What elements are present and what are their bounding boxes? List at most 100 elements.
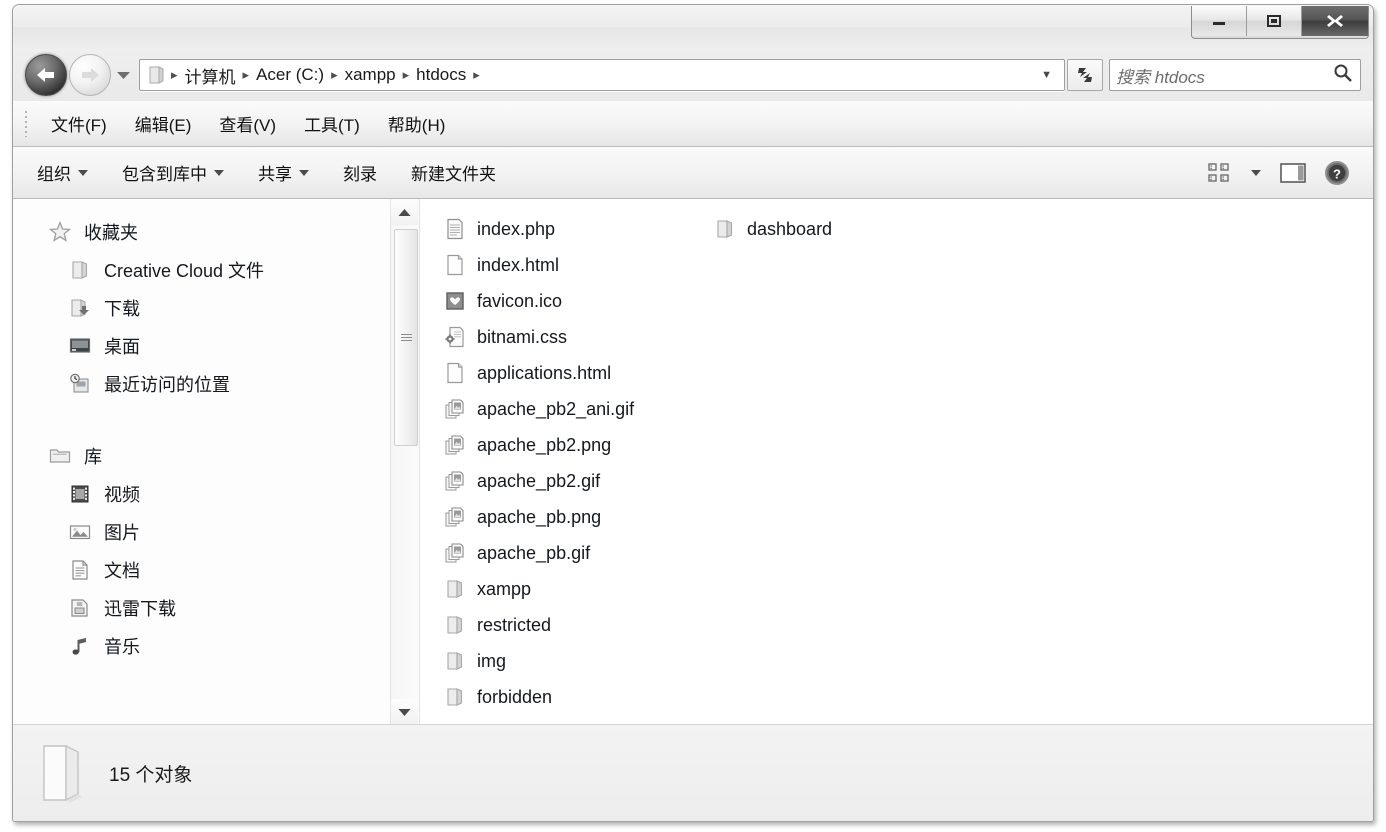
menu-item-tools[interactable]: 工具(T): [293, 107, 371, 140]
sidebar-item-videos[interactable]: 视频: [13, 475, 419, 513]
menu-item-edit[interactable]: 编辑(E): [124, 107, 203, 140]
music-library-icon: [67, 633, 93, 659]
list-item[interactable]: apache_pb.png: [434, 499, 704, 535]
search-icon[interactable]: [1332, 62, 1354, 89]
recent-pages-button[interactable]: [113, 55, 133, 95]
list-item[interactable]: applications.html: [434, 355, 704, 391]
breadcrumb-separator-4[interactable]: ▸: [472, 67, 481, 83]
search-input[interactable]: 搜索 htdocs: [1116, 63, 1332, 88]
list-item[interactable]: apache_pb2_ani.gif: [434, 391, 704, 427]
refresh-button[interactable]: [1067, 59, 1103, 91]
menu-grip-handle[interactable]: [22, 110, 34, 137]
explorer-panes: 收藏夹 Creative Cloud 文件 下载 桌面 最近访问的位置 库 视频…: [13, 199, 1373, 725]
file-name: xampp: [477, 578, 532, 599]
thunder-download-icon: [67, 595, 93, 621]
menu-item-help[interactable]: 帮助(H): [377, 107, 457, 140]
list-item[interactable]: index.php: [434, 211, 704, 247]
sidebar-item-creative-cloud-files[interactable]: Creative Cloud 文件: [13, 251, 419, 289]
breadcrumb-separator-3[interactable]: ▸: [402, 67, 411, 83]
list-item[interactable]: xampp: [434, 571, 704, 607]
new-folder-button[interactable]: 新建文件夹: [401, 155, 506, 190]
breadcrumb-address-box[interactable]: ▸ 计算机 ▸ Acer (C:) ▸ xampp ▸ htdocs ▸ ▼: [139, 59, 1065, 91]
sidebar-item-libraries[interactable]: 库: [13, 437, 419, 475]
desktop-icon: [67, 333, 93, 359]
burn-label: 刻录: [343, 165, 377, 184]
forward-button[interactable]: [69, 54, 111, 96]
image-file-icon: [442, 504, 468, 530]
search-box[interactable]: 搜索 htdocs: [1109, 59, 1361, 91]
address-folder-icon: [144, 62, 170, 88]
html-file-icon: [442, 360, 468, 386]
file-list-pane[interactable]: index.php index.html favicon.ico bitnami…: [420, 199, 1373, 725]
view-dropdown-button[interactable]: [1243, 156, 1269, 190]
breadcrumb-item-2[interactable]: xampp: [339, 63, 402, 87]
folder-icon: [712, 216, 738, 242]
status-text: 15 个对象: [109, 764, 193, 786]
share-with-button[interactable]: 共享: [248, 155, 319, 190]
list-item[interactable]: dashboard: [704, 211, 974, 247]
sidebar-item-music[interactable]: 音乐: [13, 627, 419, 665]
navigation-pane: 收藏夹 Creative Cloud 文件 下载 桌面 最近访问的位置 库 视频…: [13, 199, 420, 725]
triangle-down-icon: [398, 708, 411, 716]
preview-pane-button[interactable]: [1273, 156, 1313, 190]
toolbar-right-group: ?: [1199, 156, 1373, 190]
back-button[interactable]: [25, 54, 67, 96]
organize-button[interactable]: 组织: [27, 155, 98, 190]
sidebar-label: 下载: [104, 299, 140, 319]
forward-arrow-icon: [82, 68, 99, 82]
sidebar-label: 桌面: [104, 337, 140, 357]
breadcrumb-separator-2[interactable]: ▸: [330, 67, 339, 83]
breadcrumb-separator-0[interactable]: ▸: [170, 67, 179, 83]
include-in-library-button[interactable]: 包含到库中: [112, 155, 234, 190]
file-name: restricted: [477, 614, 552, 635]
list-item[interactable]: index.html: [434, 247, 704, 283]
chevron-down-icon: [78, 169, 88, 176]
sidebar-item-favorites[interactable]: 收藏夹: [13, 213, 419, 251]
sidebar-item-desktop[interactable]: 桌面: [13, 327, 419, 365]
breadcrumb-item-1[interactable]: Acer (C:): [250, 63, 330, 87]
minimize-icon: [1213, 22, 1225, 25]
list-item[interactable]: apache_pb2.png: [434, 427, 704, 463]
list-item[interactable]: forbidden: [434, 679, 704, 715]
sidebar-item-thunder-download[interactable]: 迅雷下载: [13, 589, 419, 627]
address-dropdown-caret[interactable]: ▼: [1033, 69, 1060, 81]
change-view-button[interactable]: [1199, 156, 1239, 190]
list-item[interactable]: restricted: [434, 607, 704, 643]
scrollbar-grip: [400, 333, 412, 342]
sidebar-item-recent-places[interactable]: 最近访问的位置: [13, 365, 419, 403]
scroll-up-button[interactable]: [391, 199, 418, 225]
list-item[interactable]: favicon.ico: [434, 283, 704, 319]
list-item[interactable]: img: [434, 643, 704, 679]
documents-library-icon: [67, 557, 93, 583]
file-name: forbidden: [477, 686, 553, 707]
folder-icon: [67, 257, 93, 283]
menu-item-view[interactable]: 查看(V): [208, 107, 287, 140]
ico-file-icon: [442, 288, 468, 314]
list-item[interactable]: apache_pb2.gif: [434, 463, 704, 499]
help-button[interactable]: ?: [1317, 156, 1357, 190]
menu-item-file[interactable]: 文件(F): [40, 107, 118, 140]
scroll-down-button[interactable]: [391, 699, 418, 725]
sidebar-item-documents[interactable]: 文档: [13, 551, 419, 589]
breadcrumb-item-3[interactable]: htdocs: [410, 63, 472, 87]
burn-button[interactable]: 刻录: [333, 155, 387, 190]
close-button[interactable]: [1302, 6, 1368, 36]
navigation-pane-scrollbar[interactable]: [390, 199, 419, 725]
library-icon: [47, 443, 73, 469]
scrollbar-thumb[interactable]: [394, 229, 418, 446]
command-toolbar: 组织 包含到库中 共享 刻录 新建文件夹 ?: [13, 147, 1373, 199]
nav-group-spacer: [13, 407, 419, 437]
folder-icon: [442, 576, 468, 602]
minimize-button[interactable]: [1192, 6, 1247, 36]
new-folder-label: 新建文件夹: [411, 165, 496, 184]
breadcrumb-item-0[interactable]: 计算机: [179, 61, 242, 90]
preview-pane-icon: [1280, 162, 1306, 183]
file-name: bitnami.css: [477, 326, 568, 347]
maximize-button[interactable]: [1247, 6, 1302, 36]
sidebar-item-pictures[interactable]: 图片: [13, 513, 419, 551]
breadcrumb-separator-1[interactable]: ▸: [242, 67, 251, 83]
list-item[interactable]: bitnami.css: [434, 319, 704, 355]
sidebar-item-downloads[interactable]: 下载: [13, 289, 419, 327]
list-item[interactable]: apache_pb.gif: [434, 535, 704, 571]
file-name: favicon.ico: [477, 290, 563, 311]
